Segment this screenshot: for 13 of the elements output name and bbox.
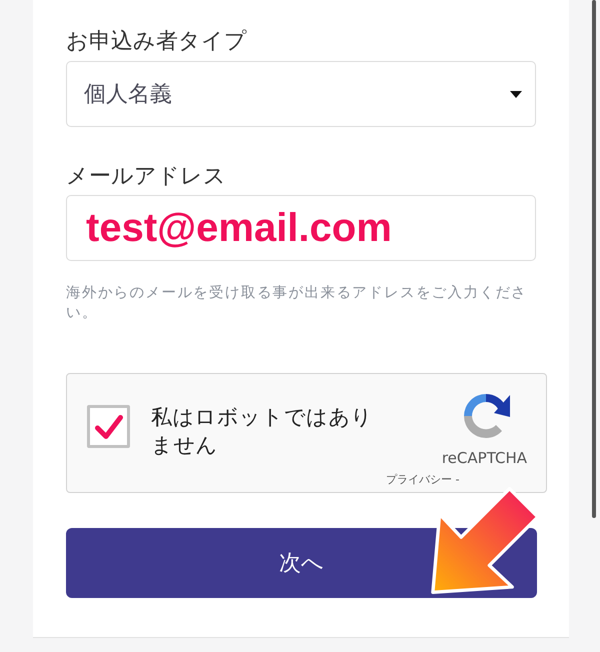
captcha-links[interactable]: プライバシー - (386, 473, 460, 487)
captcha-label: 私はロボットではありません (151, 404, 374, 459)
caret-icon (510, 90, 522, 98)
field-label: お申込み者タイプ (66, 28, 247, 56)
check-icon (94, 414, 122, 440)
circular-arrows-icon (461, 391, 511, 441)
email-input[interactable]: test@email.com (66, 195, 536, 261)
help-text: 海外からのメールを受け取る事が出来るアドレスをご入力ください。 (66, 284, 528, 323)
scrollbar-thumb[interactable] (592, 0, 596, 518)
captcha-checkbox[interactable] (87, 405, 130, 448)
field-label: メールアドレス (66, 163, 226, 191)
captcha-brand: reCAPTCHA (442, 449, 527, 467)
applicant-type-select[interactable]: 個人名義 (66, 61, 536, 127)
